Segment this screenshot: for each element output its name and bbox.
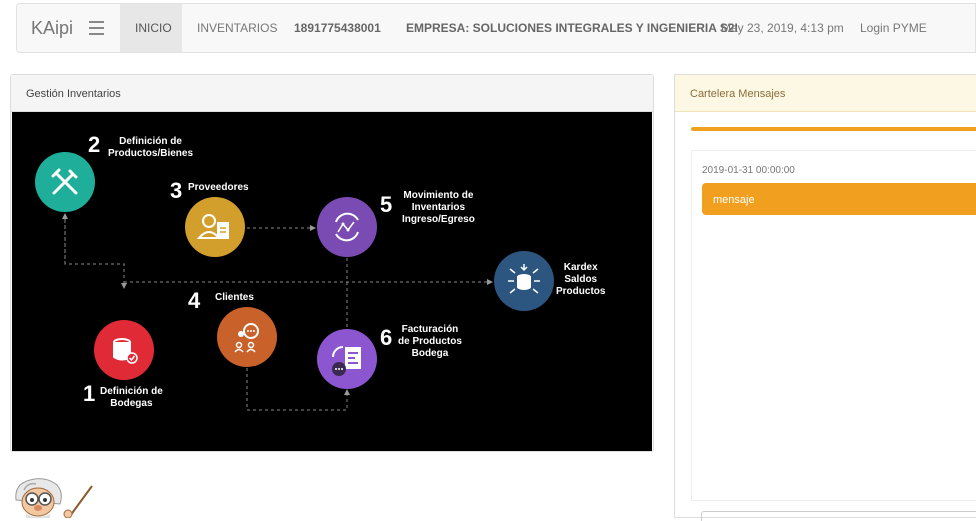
tools-icon — [51, 168, 78, 195]
step-4-number: 4 — [188, 288, 201, 313]
message-item[interactable]: mensaje — [702, 183, 976, 215]
nav-inicio[interactable]: INICIO — [120, 4, 182, 52]
step-2-number: 2 — [88, 132, 101, 157]
step-6-label: Facturación de Productos Bodega — [398, 324, 462, 359]
nav-inventarios[interactable]: INVENTARIOS — [182, 4, 280, 52]
step-3-number: 3 — [170, 178, 183, 203]
nav-datetime[interactable]: May 23, 2019, 4:13 pm — [707, 4, 846, 52]
step-2-label: Definición de Productos/Bienes — [108, 136, 194, 159]
clients-icon — [234, 323, 259, 353]
step-6-circle[interactable] — [317, 329, 377, 389]
step-3-label: Proveedores — [188, 182, 249, 193]
messages-list: 2019-01-31 00:00:00 mensaje — [691, 150, 976, 500]
accent-divider — [691, 127, 976, 131]
kardex-icon — [508, 264, 540, 294]
step-3-circle[interactable] — [185, 197, 245, 257]
step-5-label: Movimiento de Inventarios Ingreso/Egreso — [402, 190, 475, 225]
nav-empresa[interactable]: EMPRESA: SOLUCIONES INTEGRALES Y INGENIE… — [392, 4, 738, 52]
nav-login[interactable]: Login PYME — [846, 4, 936, 52]
message-input[interactable] — [701, 511, 976, 521]
top-navbar: KAipi INICIO INVENTARIOS 1891775438001 E… — [16, 3, 976, 53]
step-2-circle[interactable] — [35, 152, 95, 212]
list-divider — [691, 500, 976, 501]
cartelera-title: Cartelera Mensajes — [675, 75, 976, 112]
cartelera-mensajes-panel: Cartelera Mensajes 2019-01-31 00:00:00 m… — [674, 74, 976, 521]
gestion-inventarios-panel: Gestión Inventarios 2 Definición de Prod… — [10, 74, 654, 452]
step-5-number: 5 — [380, 192, 393, 217]
panel-title: Gestión Inventarios — [11, 75, 653, 112]
kardex-circle[interactable] — [494, 251, 554, 311]
brand-logo[interactable]: KAipi — [17, 18, 83, 39]
step-6-number: 6 — [380, 325, 393, 350]
step-1-number: 1 — [83, 381, 96, 406]
step-4-circle[interactable] — [217, 307, 277, 367]
professor-mascot-image — [15, 478, 93, 518]
step-5-circle[interactable] — [317, 197, 377, 257]
database-icon — [113, 338, 138, 364]
step-1-label: Definición de Bodegas — [100, 386, 163, 409]
step-1-circle[interactable] — [94, 320, 154, 380]
nav-ruc[interactable]: 1891775438001 — [280, 4, 392, 52]
movement-icon — [335, 212, 359, 242]
supplier-icon — [196, 214, 229, 239]
menu-toggle-icon[interactable] — [83, 3, 120, 53]
kardex-label: Kardex Saldos Productos — [556, 262, 606, 297]
step-4-label: Clientes — [215, 292, 254, 303]
invoice-icon — [332, 346, 361, 376]
message-date: 2019-01-31 00:00:00 — [702, 165, 795, 176]
inventory-process-diagram: 2 Definición de Productos/Bienes 3 Prove… — [12, 112, 652, 451]
